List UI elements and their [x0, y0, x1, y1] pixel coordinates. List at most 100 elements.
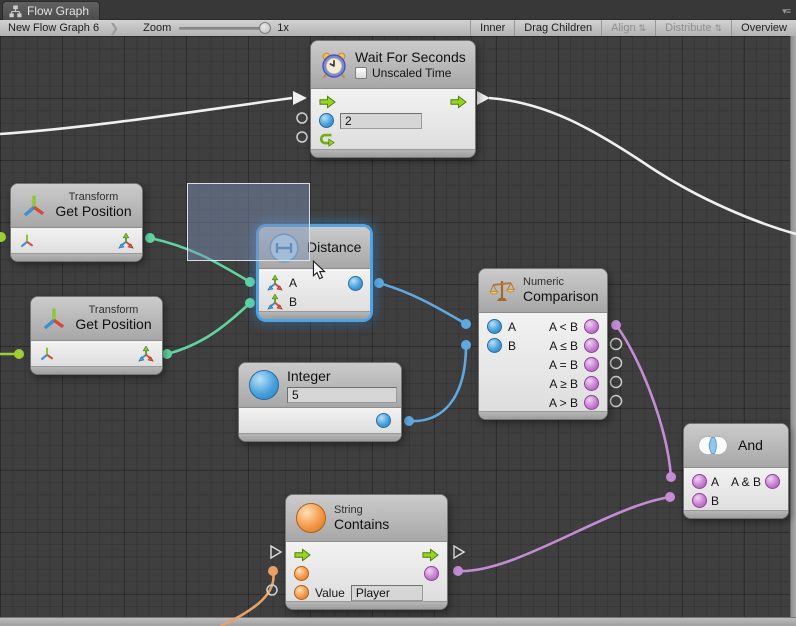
toolbar: New Flow Graph 6 ❯ Zoom 1x Inner Drag Ch…: [0, 20, 796, 37]
value-input[interactable]: [351, 585, 423, 601]
inner-button[interactable]: Inner: [470, 20, 514, 36]
balance-scales-icon: [489, 278, 515, 304]
bottom-frame: [0, 617, 796, 626]
venn-and-icon: [694, 435, 732, 456]
value-label: Value: [315, 586, 345, 600]
unscaled-time-checkbox[interactable]: Unscaled Time: [355, 66, 466, 80]
position-output-port-icon[interactable]: [138, 346, 154, 362]
output-label: A = B: [549, 358, 578, 372]
input-a-label: A: [711, 475, 719, 489]
input-b-label: B: [711, 494, 719, 508]
zoom-value: 1x: [277, 20, 297, 36]
distribute-label: Distribute: [665, 22, 711, 34]
node-title: Wait For Seconds: [355, 49, 466, 66]
zoom-slider[interactable]: [179, 27, 267, 30]
comparison-input-a-port[interactable]: [487, 319, 502, 334]
tab-bar: Flow Graph ▾≡: [0, 0, 796, 20]
node-title: Comparison: [523, 288, 598, 305]
output-label: A ≥ B: [549, 377, 578, 391]
integer-icon: [249, 370, 279, 400]
flow-out-arrow-icon[interactable]: [450, 95, 467, 109]
drag-children-label: Drag Children: [524, 22, 592, 34]
integer-node[interactable]: Integer: [238, 362, 402, 442]
contains-result-port[interactable]: [424, 566, 439, 581]
breadcrumb-label: New Flow Graph 6: [8, 22, 99, 34]
alarm-clock-icon: [321, 52, 347, 78]
distribute-dropdown[interactable]: Distribute ⇅: [655, 20, 731, 36]
node-category: Numeric: [523, 276, 598, 288]
flow-in-arrow-icon[interactable]: [294, 548, 311, 562]
mouse-cursor: [312, 260, 326, 280]
position-output-port-icon[interactable]: [118, 233, 134, 249]
node-title: Integer: [287, 368, 397, 385]
output-label: A < B: [549, 320, 578, 334]
position-input-port-icon[interactable]: [267, 275, 283, 291]
contains-target-port[interactable]: [294, 566, 309, 581]
integer-output-port[interactable]: [376, 413, 391, 428]
checkbox-box[interactable]: [355, 67, 367, 79]
and-node[interactable]: And A A & B B: [683, 423, 789, 519]
overview-button[interactable]: Overview: [731, 20, 796, 36]
breadcrumb[interactable]: New Flow Graph 6: [0, 20, 105, 36]
transform-input-port-icon[interactable]: [39, 346, 55, 362]
flow-graph-icon: [9, 5, 22, 18]
input-a-label: A: [508, 320, 516, 334]
tab-title: Flow Graph: [27, 4, 89, 18]
transform-axes-icon: [41, 306, 67, 332]
input-b-label: B: [289, 295, 297, 309]
numeric-comparison-node[interactable]: Numeric Comparison A A < B B A ≤ B A = B…: [478, 268, 608, 420]
contains-value-port[interactable]: [294, 585, 309, 600]
position-input-port-icon[interactable]: [267, 294, 283, 310]
and-output-port[interactable]: [765, 474, 780, 489]
overview-label: Overview: [741, 22, 787, 34]
node-title: And: [738, 437, 763, 454]
get-position-node-2[interactable]: Transform Get Position: [30, 296, 163, 375]
output-label: A > B: [549, 396, 578, 410]
flow-out-arrow-icon[interactable]: [422, 548, 439, 562]
node-title: Get Position: [55, 203, 131, 220]
string-icon: [296, 503, 326, 533]
output-label: A ≤ B: [549, 339, 578, 353]
seconds-port[interactable]: [319, 113, 334, 128]
string-contains-node[interactable]: String Contains Value: [285, 494, 448, 610]
align-dropdown[interactable]: Align ⇅: [601, 20, 655, 36]
zoom-label: Zoom: [135, 20, 171, 36]
wait-for-seconds-node[interactable]: Wait For Seconds Unscaled Time: [310, 40, 476, 158]
node-title: Contains: [334, 516, 389, 533]
input-a-label: A: [289, 276, 297, 290]
loop-arrow-icon[interactable]: [319, 132, 335, 147]
distribute-updown-icon: ⇅: [715, 23, 723, 34]
comparison-output-port-4[interactable]: [584, 376, 599, 391]
input-b-label: B: [508, 339, 516, 353]
zoom-slider-handle[interactable]: [259, 22, 271, 34]
and-input-b-port[interactable]: [692, 493, 707, 508]
tab-flow-graph[interactable]: Flow Graph: [2, 1, 100, 20]
output-label: A & B: [731, 475, 761, 489]
node-title: Get Position: [75, 316, 151, 333]
align-label: Align: [611, 22, 635, 34]
distance-output-port[interactable]: [348, 276, 363, 291]
comparison-output-port-1[interactable]: [584, 319, 599, 334]
node-title: Distance: [307, 239, 361, 256]
transform-input-port-icon[interactable]: [19, 233, 35, 249]
right-frame: [790, 36, 796, 618]
comparison-output-port-5[interactable]: [584, 395, 599, 410]
node-category: Transform: [69, 191, 119, 203]
inner-label: Inner: [480, 22, 505, 34]
transform-axes-icon: [21, 193, 47, 219]
node-category: Transform: [89, 304, 139, 316]
breadcrumb-chevron-icon: ❯: [109, 20, 119, 36]
checkbox-label: Unscaled Time: [372, 66, 451, 80]
flow-in-arrow-icon[interactable]: [319, 95, 336, 109]
and-input-a-port[interactable]: [692, 474, 707, 489]
seconds-input[interactable]: [340, 113, 422, 129]
comparison-output-port-3[interactable]: [584, 357, 599, 372]
integer-input[interactable]: [287, 387, 397, 403]
drag-children-button[interactable]: Drag Children: [514, 20, 601, 36]
comparison-input-b-port[interactable]: [487, 338, 502, 353]
selection-rectangle: [187, 183, 310, 261]
comparison-output-port-2[interactable]: [584, 338, 599, 353]
node-category: String: [334, 504, 389, 516]
panel-menu-icon[interactable]: ▾≡: [782, 6, 790, 17]
get-position-node-1[interactable]: Transform Get Position: [10, 183, 143, 262]
